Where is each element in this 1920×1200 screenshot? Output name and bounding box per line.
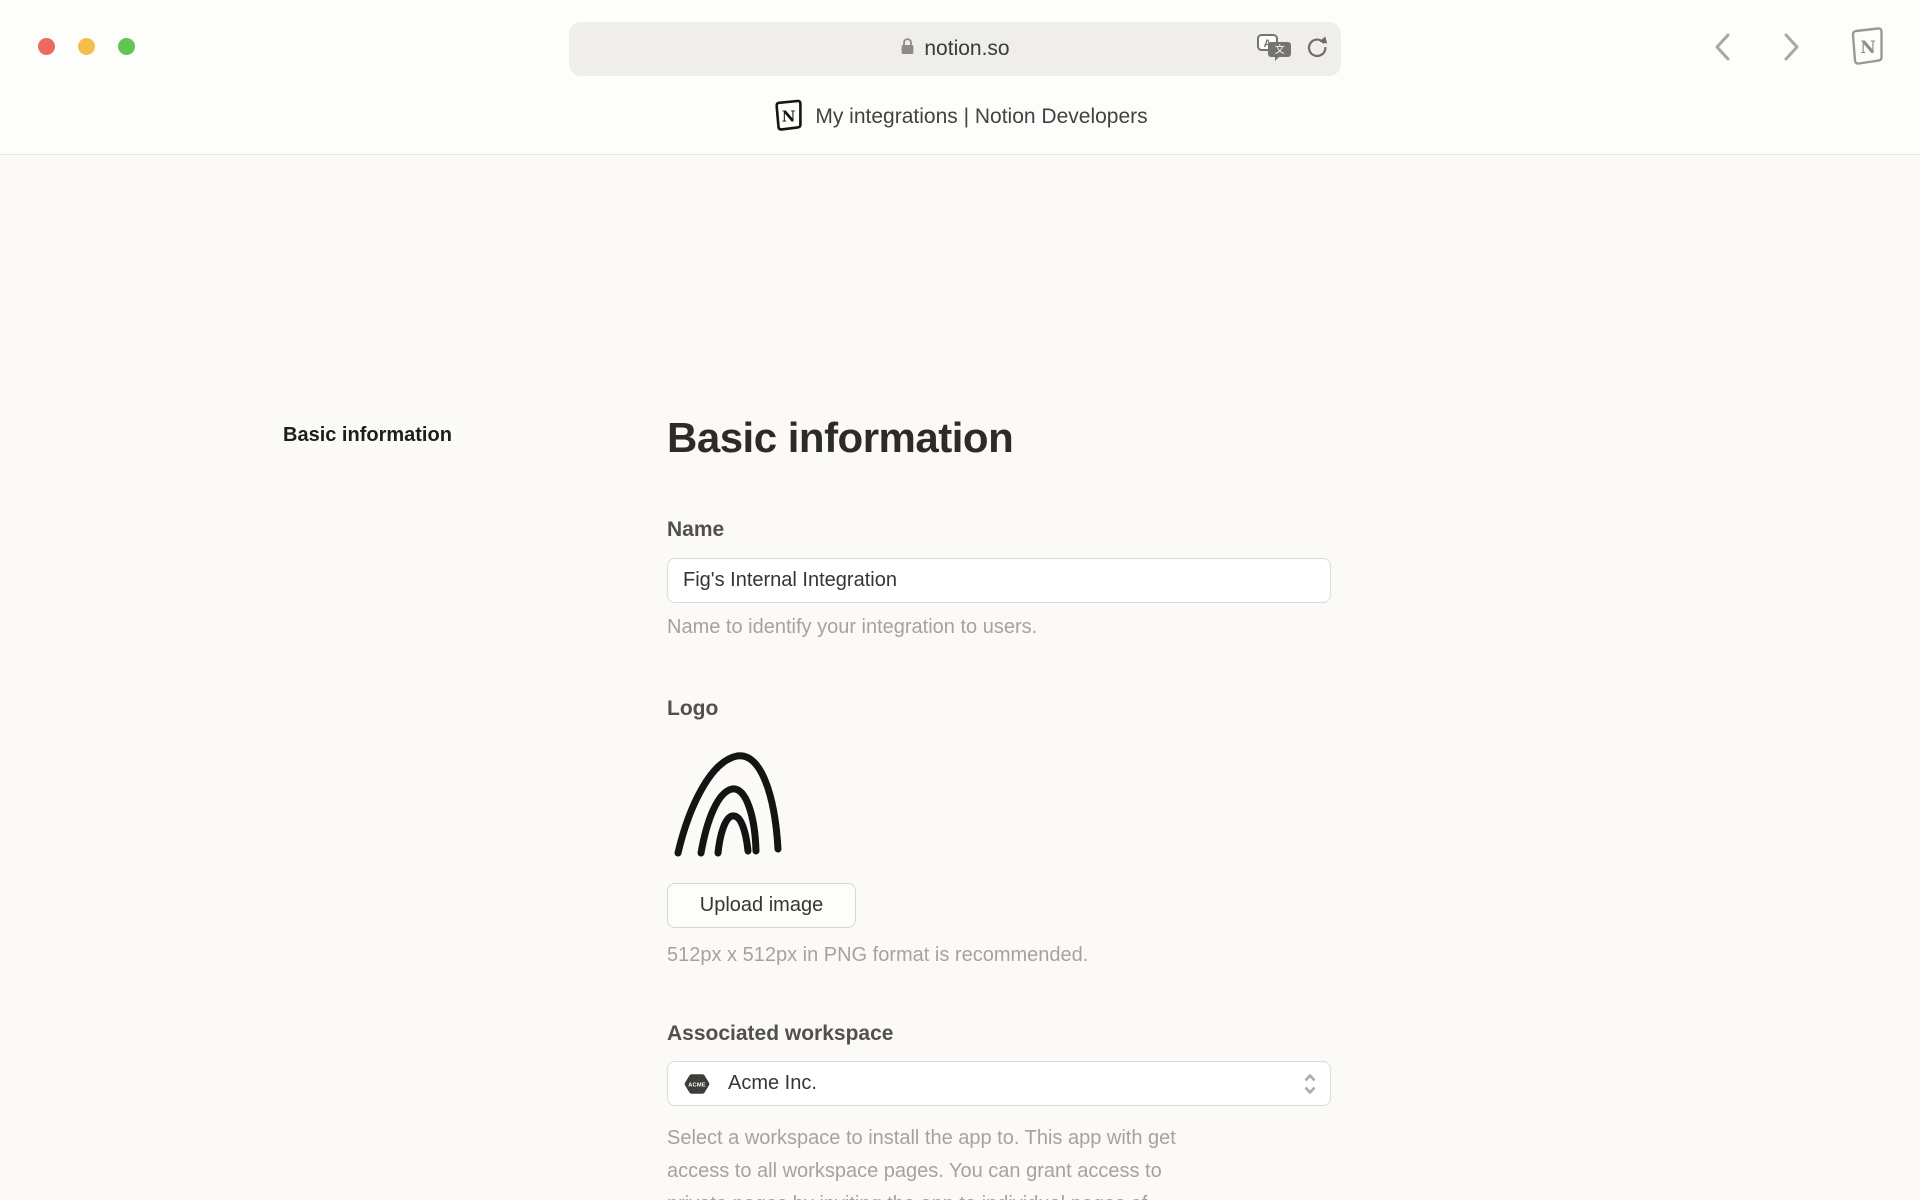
svg-text:N: N <box>1860 38 1876 58</box>
workspace-help-line: access to all workspace pages. You can g… <box>667 1155 1331 1188</box>
notion-app-button[interactable]: N <box>1847 24 1887 68</box>
basic-information-section: Basic information Name Name to identify … <box>667 414 1331 462</box>
workspace-help-line: private pages by inviting the app to ind… <box>667 1188 1331 1200</box>
page-tab-title: My integrations | Notion Developers <box>815 105 1147 129</box>
page-content: Basic information Basic information Name… <box>0 156 1920 1200</box>
name-help-text: Name to identify your integration to use… <box>667 616 1037 639</box>
back-button[interactable] <box>1708 30 1738 64</box>
svg-text:N: N <box>782 107 796 125</box>
url-text: notion.so <box>924 37 1009 61</box>
translate-icon: A 文 <box>1257 34 1291 65</box>
address-bar[interactable]: notion.so A 文 <box>569 22 1341 76</box>
forward-button[interactable] <box>1776 30 1806 64</box>
notion-favicon: N <box>772 98 804 137</box>
translate-button[interactable]: A 文 <box>1257 34 1291 65</box>
upload-image-button[interactable]: Upload image <box>667 883 856 928</box>
close-window-button[interactable] <box>38 38 55 55</box>
lock-icon <box>900 37 915 61</box>
sidebar-item-basic-information[interactable]: Basic information <box>283 424 452 447</box>
settings-sidebar: Basic information <box>283 424 452 447</box>
browser-toolbar: notion.so A 文 <box>0 0 1920 80</box>
workspace-select[interactable]: ACME Acme Inc. <box>667 1061 1331 1106</box>
workspace-logo-badge: ACME <box>683 1072 711 1096</box>
name-label: Name <box>667 518 724 542</box>
zoom-window-button[interactable] <box>118 38 135 55</box>
workspace-name: Acme Inc. <box>728 1072 817 1095</box>
svg-text:ACME: ACME <box>688 1082 706 1088</box>
logo-help-text: 512px x 512px in PNG format is recommend… <box>667 944 1088 967</box>
notion-cube-icon: N <box>1847 56 1887 71</box>
page-title: Basic information <box>667 414 1331 462</box>
minimize-window-button[interactable] <box>78 38 95 55</box>
logo-label: Logo <box>667 697 718 721</box>
reload-button[interactable] <box>1305 35 1329 64</box>
chevron-left-icon <box>1712 52 1734 67</box>
reload-icon <box>1305 35 1329 64</box>
browser-window: notion.so A 文 <box>0 0 1920 1200</box>
associated-workspace-label: Associated workspace <box>667 1022 893 1046</box>
workspace-help-line: Select a workspace to install the app to… <box>667 1122 1331 1155</box>
integration-name-input[interactable] <box>667 558 1331 603</box>
chevron-right-icon <box>1780 52 1802 67</box>
svg-text:文: 文 <box>1275 43 1285 56</box>
integration-logo-image <box>671 746 789 858</box>
select-chevrons-icon <box>1302 1071 1318 1097</box>
workspace-help-text: Select a workspace to install the app to… <box>667 1122 1331 1200</box>
tab-title-bar: N My integrations | Notion Developers <box>0 80 1920 155</box>
